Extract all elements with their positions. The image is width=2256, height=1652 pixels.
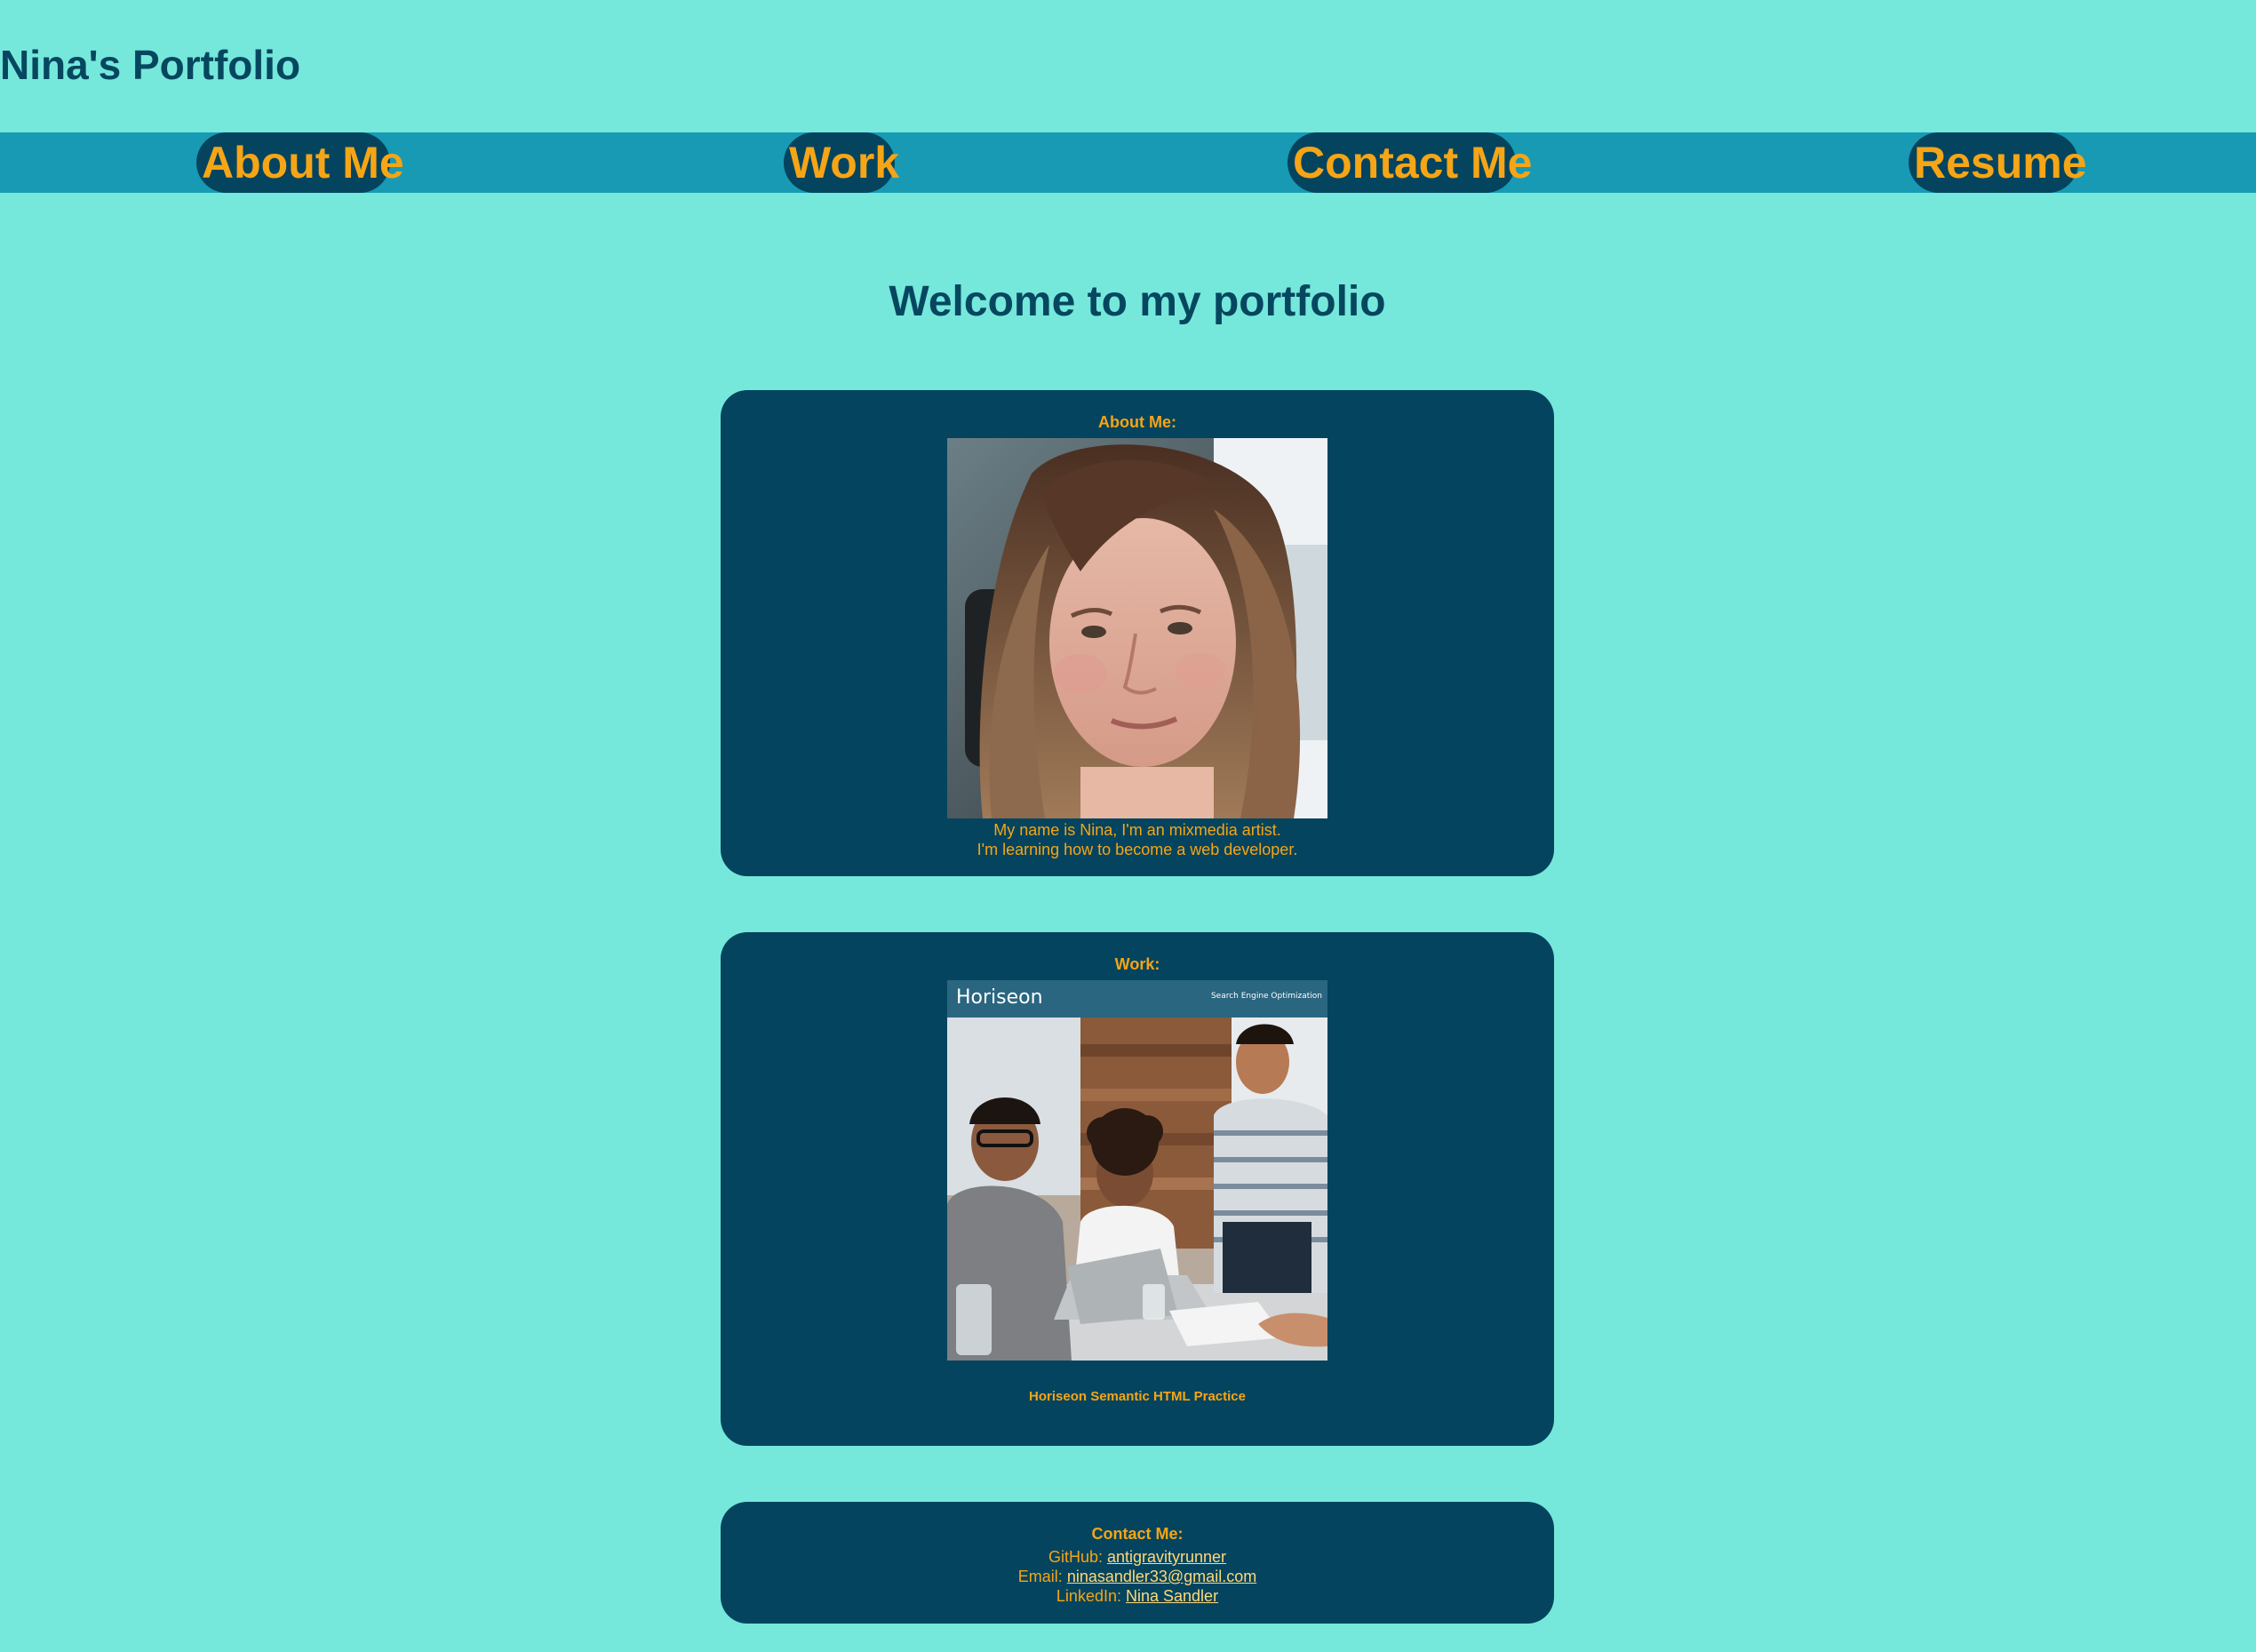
about-bio: My name is Nina, I'm an mixmedia artist.… — [721, 820, 1554, 859]
contact-github-line: GitHub: antigravityrunner — [721, 1547, 1554, 1567]
preview-brand: Horiseon — [956, 986, 1043, 1009]
nav-link-resume[interactable]: Resume — [1909, 132, 2087, 193]
email-label: Email: — [1017, 1568, 1063, 1585]
preview-tagline: Search Engine Optimization — [1210, 992, 1322, 1001]
nav-link-contact-me[interactable]: Contact Me — [1287, 132, 1532, 193]
work-project-thumbnail[interactable]: Horiseon Search Engine Optimization — [947, 980, 1327, 1361]
navbar: About Me Work Contact Me Resume — [0, 132, 2256, 193]
contact-linkedin-line: LinkedIn: Nina Sandler — [721, 1586, 1554, 1606]
bio-line-2: I'm learning how to become a web develop… — [977, 841, 1298, 858]
nav-link-about-me[interactable]: About Me — [196, 132, 404, 193]
site-title: Nina's Portfolio — [0, 42, 301, 88]
contact-details: GitHub: antigravityrunner Email: ninasan… — [721, 1547, 1554, 1606]
about-heading: About Me: — [1098, 413, 1176, 431]
contact-card: Contact Me: GitHub: antigravityrunner Em… — [721, 1502, 1554, 1624]
welcome-heading: Welcome to my portfolio — [889, 278, 1386, 325]
linkedin-link[interactable]: Nina Sandler — [1126, 1587, 1218, 1605]
bio-line-1: My name is Nina, I'm an mixmedia artist. — [993, 821, 1281, 839]
work-heading: Work: — [1114, 955, 1160, 973]
github-label: GitHub: — [1048, 1548, 1103, 1566]
nav-link-work[interactable]: Work — [784, 132, 899, 193]
profile-photo — [947, 438, 1327, 818]
contact-heading: Contact Me: — [1091, 1525, 1184, 1543]
work-project-title: Horiseon Semantic HTML Practice — [1029, 1389, 1246, 1404]
linkedin-label: LinkedIn: — [1056, 1587, 1121, 1605]
office-team-illustration — [947, 1018, 1327, 1361]
about-card: About Me: My name is Nina, I'm an mixmed… — [721, 390, 1554, 876]
preview-header-bar: Horiseon Search Engine Optimization — [947, 980, 1327, 1018]
email-link[interactable]: ninasandler33@gmail.com — [1067, 1568, 1256, 1585]
work-card: Work: Horiseon Search Engine Optimizatio… — [721, 932, 1554, 1446]
github-link[interactable]: antigravityrunner — [1107, 1548, 1226, 1566]
contact-email-line: Email: ninasandler33@gmail.com — [721, 1567, 1554, 1586]
portrait-illustration — [947, 438, 1327, 818]
